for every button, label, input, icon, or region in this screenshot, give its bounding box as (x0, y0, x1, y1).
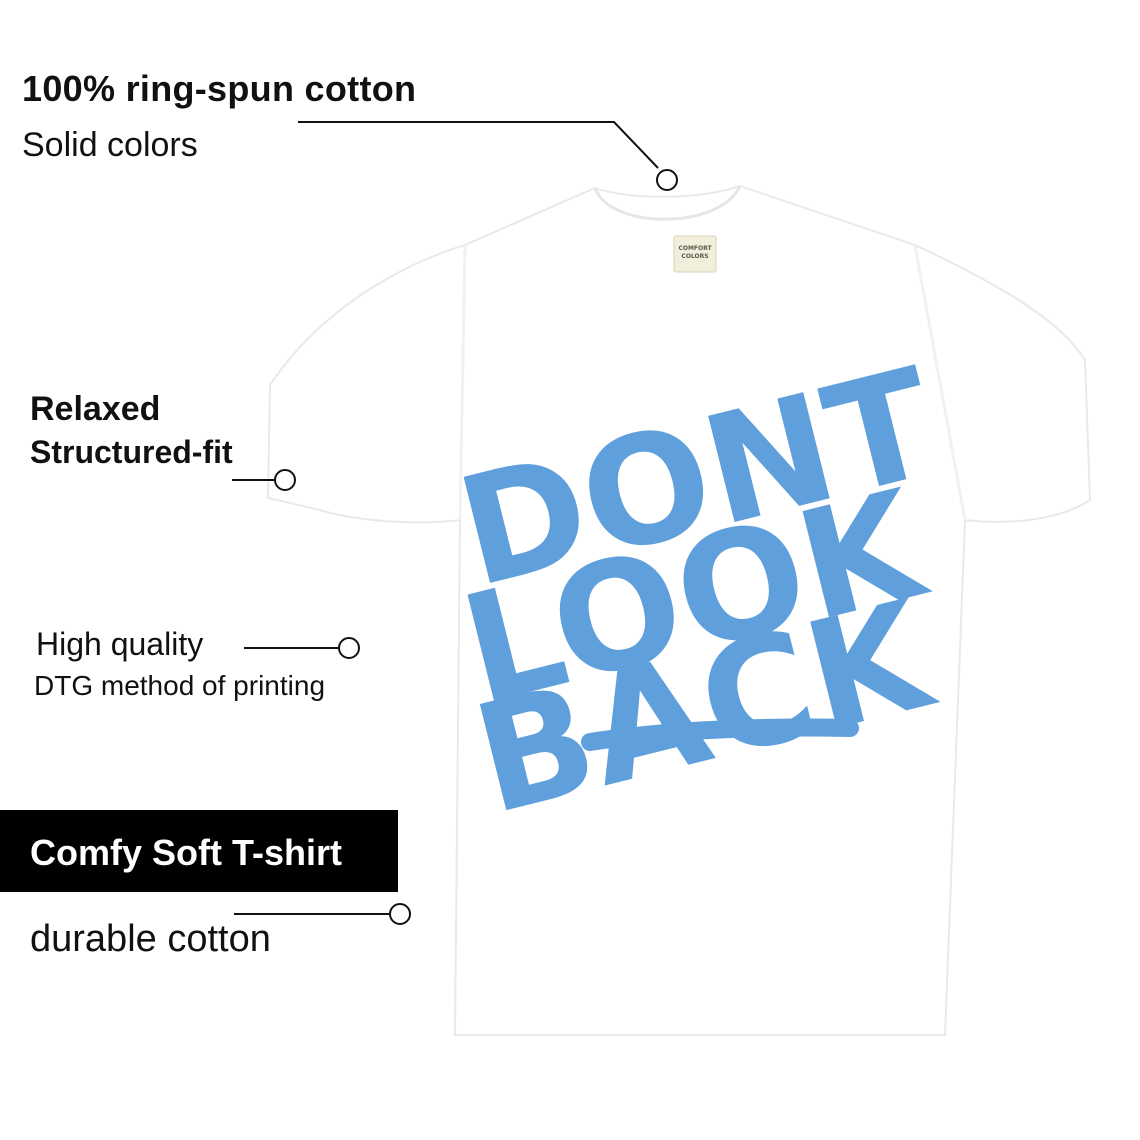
callout-dot-print (338, 637, 360, 659)
feature-print-sub: DTG method of printing (34, 670, 326, 701)
feature-print-title: High quality (36, 626, 204, 662)
tag-line-1: COMFORT (678, 245, 712, 252)
tshirt-illustration: COMFORT COLORS DONT LOOK BACK (232, 121, 1092, 1036)
feature-cotton-sub: Solid colors (22, 126, 198, 164)
feature-fit-sub: Structured-fit (30, 434, 233, 470)
feature-durable: durable cotton (30, 918, 271, 960)
callout-dot-cotton (656, 169, 678, 191)
callout-line-cotton (298, 121, 659, 169)
callout-dot-fit (274, 469, 296, 491)
badge-label: Comfy Soft T-shirt (30, 832, 342, 873)
feature-fit-title: Relaxed (30, 390, 161, 428)
callout-dot-durable (389, 903, 411, 925)
neck-label: COMFORT COLORS (673, 235, 717, 273)
feature-cotton-title: 100% ring-spun cotton (22, 68, 417, 109)
tag-line-2: COLORS (681, 253, 708, 260)
product-badge: Comfy Soft T-shirt (0, 810, 398, 892)
